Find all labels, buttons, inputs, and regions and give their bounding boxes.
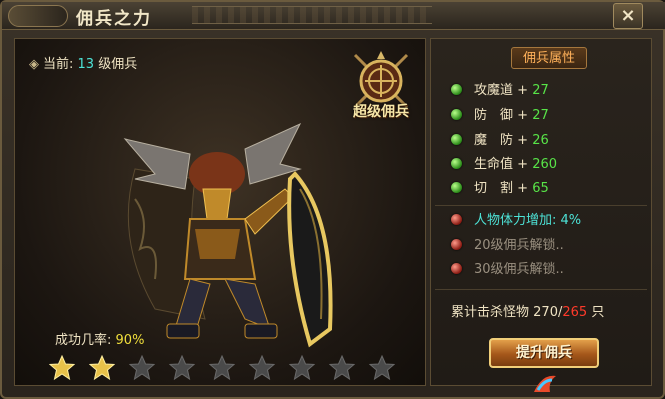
attribute-name: 切 割 xyxy=(474,181,514,196)
super-mercenary-label: 超级佣兵 xyxy=(353,104,409,120)
title-bar: 佣兵之力 × xyxy=(2,2,665,30)
divider xyxy=(435,289,647,290)
kills-current: 270 xyxy=(533,305,558,320)
mercenary-attributes-panel: 佣兵属性 攻魔道 + 27 防 御 + 27 魔 防 + 26 生命值 + 26… xyxy=(430,38,652,386)
locked-text: 30级佣兵解锁.. xyxy=(474,262,564,277)
attribute-row: 魔 防 + 26 xyxy=(451,131,549,151)
locked-row: 20级佣兵解锁.. xyxy=(451,236,564,256)
upgrade-mercenary-button[interactable]: 提升佣兵 xyxy=(489,338,599,368)
diamond-icon: ◈ xyxy=(29,57,39,72)
star-empty-icon xyxy=(249,355,275,381)
attribute-value: 26 xyxy=(532,133,549,148)
green-dot-icon xyxy=(451,134,462,145)
attribute-value: 27 xyxy=(532,83,549,98)
game-logo-icon xyxy=(534,375,556,392)
kills-label: 累计击杀怪物 xyxy=(451,305,530,320)
kills-unit: 只 xyxy=(591,305,605,320)
title-decoration xyxy=(192,6,432,24)
attribute-plus: + xyxy=(517,181,529,196)
window-frame: 佣兵之力 × ◈ 当前: 13 级佣兵 超级佣兵 成功几率: 90% 佣兵属性 … xyxy=(0,0,665,399)
success-rate-label: 成功几率: xyxy=(55,333,112,348)
attribute-name: 防 御 xyxy=(474,108,514,123)
attribute-row: 防 御 + 27 xyxy=(451,106,549,126)
bonus-text: 人物体力增加: 4% xyxy=(474,213,582,228)
close-button[interactable]: × xyxy=(613,3,643,29)
attribute-plus: + xyxy=(517,157,529,172)
star-empty-icon xyxy=(169,355,195,381)
attribute-value: 260 xyxy=(532,157,558,172)
red-dot-icon xyxy=(451,263,462,274)
attribute-name: 攻魔道 xyxy=(474,83,514,98)
locked-text: 20级佣兵解锁.. xyxy=(474,238,564,253)
title-ornament xyxy=(8,5,68,27)
mercenary-character-art xyxy=(123,122,333,348)
attribute-row: 攻魔道 + 27 xyxy=(451,81,549,101)
success-rate-value: 90% xyxy=(115,333,145,348)
green-dot-icon xyxy=(451,182,462,193)
kill-counter: 累计击杀怪物 270/265 只 xyxy=(451,301,604,320)
divider xyxy=(435,205,647,206)
star-filled-icon xyxy=(49,355,75,381)
attribute-value: 27 xyxy=(532,108,549,123)
star-empty-icon xyxy=(369,355,395,381)
attribute-row: 生命值 + 260 xyxy=(451,155,557,175)
current-level-number: 13 xyxy=(77,57,95,72)
green-dot-icon xyxy=(451,84,462,95)
green-dot-icon xyxy=(451,109,462,120)
star-empty-icon xyxy=(129,355,155,381)
current-suffix: 级佣兵 xyxy=(98,57,138,72)
attribute-plus: + xyxy=(517,133,529,148)
locked-row: 30级佣兵解锁.. xyxy=(451,260,564,280)
mercenary-portrait-panel: ◈ 当前: 13 级佣兵 超级佣兵 成功几率: 90% xyxy=(14,38,426,386)
bonus-row: 人物体力增加: 4% xyxy=(451,211,581,231)
window-title: 佣兵之力 xyxy=(76,9,152,29)
attribute-row: 切 割 + 65 xyxy=(451,179,549,199)
red-dot-icon xyxy=(451,214,462,225)
attributes-header: 佣兵属性 xyxy=(511,47,587,69)
current-prefix: 当前: xyxy=(43,57,74,72)
star-empty-icon xyxy=(209,355,235,381)
attribute-plus: + xyxy=(517,108,529,123)
star-filled-icon xyxy=(89,355,115,381)
attribute-value: 65 xyxy=(532,181,549,196)
attribute-plus: + xyxy=(517,83,529,98)
attribute-name: 魔 防 xyxy=(474,133,514,148)
red-dot-icon xyxy=(451,239,462,250)
current-level: ◈ 当前: 13 级佣兵 xyxy=(29,53,137,72)
success-rate: 成功几率: 90% xyxy=(55,329,144,348)
green-dot-icon xyxy=(451,158,462,169)
star-rating xyxy=(49,355,419,381)
star-empty-icon xyxy=(289,355,315,381)
kills-max: 265 xyxy=(562,305,588,320)
attribute-name: 生命值 xyxy=(474,157,514,172)
star-empty-icon xyxy=(329,355,355,381)
